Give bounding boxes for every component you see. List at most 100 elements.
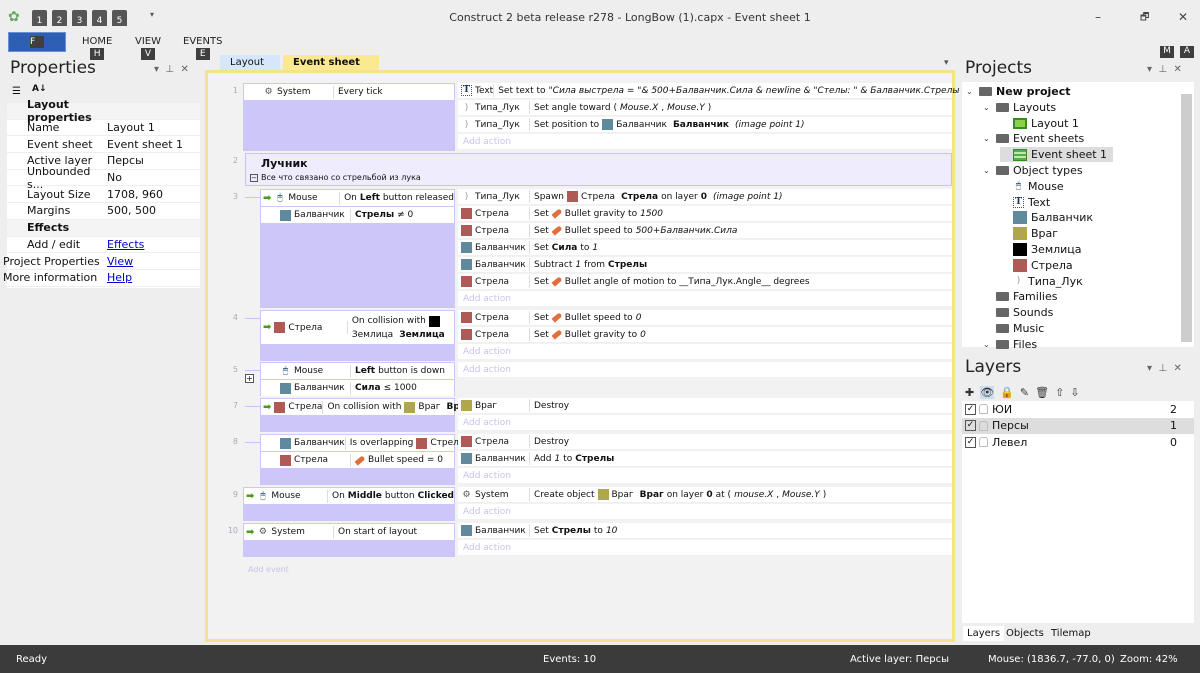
action[interactable]: Балванчик Add 1 to Стрелы	[458, 451, 952, 467]
tree-item-layout-1[interactable]: Layout 1	[1000, 116, 1079, 131]
tree-item-типа_лук[interactable]: ) Типа_Лук	[1000, 274, 1083, 289]
condition[interactable]: ⚙ System Every tick	[244, 84, 454, 100]
event-group[interactable]: Лучник − Все что связано со стрельбой из л…	[245, 153, 952, 186]
condition[interactable]: БалванчикIs overlapping Стрела Стрела	[261, 435, 507, 451]
file-menu-button[interactable]: F	[8, 32, 66, 52]
condition-block[interactable]: БалванчикIs overlapping Стрела СтрелаСтр…	[260, 434, 507, 485]
chevron-down-icon[interactable]: ⌄	[983, 103, 992, 112]
layer-row[interactable]: ✓ Левел 0	[962, 434, 1194, 450]
chevron-down-icon[interactable]: ⌄	[983, 340, 992, 349]
property-row[interactable]: Event sheet Event sheet 1	[7, 136, 200, 154]
action[interactable]: Стрела Set Bullet speed to 500+Балванчик.…	[458, 223, 952, 239]
event-row[interactable]: ⚙ System Every tick T Text Set text to "Сила …	[208, 83, 959, 151]
property-row[interactable]: Project Properties View	[0, 253, 200, 270]
condition-block[interactable]: ➡ 🖱 Mouse On Middle button Clicked	[243, 487, 455, 521]
property-row[interactable]: Name Layout 1	[7, 120, 200, 137]
tree-item-text[interactable]: T Text	[1000, 195, 1050, 210]
condition[interactable]: ➡ 🖱 Mouse On Left button released	[261, 190, 454, 206]
event-row[interactable]: ➡ ⚙ System On start of layout Балванчик Set С…	[208, 523, 952, 557]
tree-item-sounds[interactable]: Sounds	[983, 305, 1053, 320]
tree-item-layouts[interactable]: ⌄ Layouts	[983, 100, 1056, 115]
add-action-button[interactable]: Add action	[458, 415, 952, 431]
panel-controls[interactable]: ▾ ⊥ ✕	[154, 64, 189, 75]
quick-access-3[interactable]: 3	[72, 10, 87, 26]
action[interactable]: Враг Destroy	[458, 398, 952, 414]
condition[interactable]: ➡ Стрела On collision with Землица Землица	[261, 311, 454, 344]
ribbon-tab-home[interactable]: HOME H	[82, 36, 112, 60]
add-action-button[interactable]: Add action	[458, 134, 952, 150]
lock-icon[interactable]: 🔒	[1000, 386, 1014, 399]
tab-objects[interactable]: Objects	[1002, 626, 1048, 641]
collapse-icon[interactable]: −	[250, 174, 258, 182]
tree-item-files[interactable]: ⌄ Files	[983, 337, 1037, 352]
condition[interactable]: Балванчик Сила ≤ 1000	[261, 380, 454, 396]
condition-block[interactable]: ➡ Стрела On collision with Землица Землица	[260, 310, 455, 361]
property-row[interactable]: More information Help	[0, 270, 200, 287]
event-row[interactable]: ➡ 🖱 Mouse On Left button released Балванчик С…	[208, 189, 952, 308]
layer-row[interactable]: ✓ ЮИ 2	[962, 401, 1194, 417]
tab-layout-1[interactable]: Layout 1	[220, 55, 280, 84]
tree-item-new-project[interactable]: ⌄ New project	[966, 84, 1071, 99]
tree-item-event-sheets[interactable]: ⌄ Event sheets	[983, 131, 1084, 146]
condition-block[interactable]: ⚙ System Every tick	[243, 83, 455, 151]
condition-block[interactable]: 🖱 Mouse Left button is down Балванчик Сила ≤…	[260, 362, 455, 396]
tree-item-music[interactable]: Music	[983, 321, 1044, 336]
ribbon-tab-events[interactable]: EVENTS E	[183, 36, 222, 60]
action[interactable]: Стрела Set Bullet angle of motion to __Ти…	[458, 274, 952, 290]
visible-checkbox[interactable]: ✓	[965, 403, 976, 415]
unlocked-icon[interactable]	[979, 420, 988, 431]
unlocked-icon[interactable]	[979, 437, 988, 447]
action[interactable]: Балванчик Subtract 1 from Стрелы	[458, 257, 952, 273]
tree-item-враг[interactable]: Враг	[1000, 226, 1058, 241]
action[interactable]: T Text Set text to "Сила выстрела = "& 500…	[458, 83, 959, 99]
property-row[interactable]: Add / edit Effects	[7, 237, 200, 254]
add-action-button[interactable]: Add action	[458, 468, 952, 484]
unlocked-icon[interactable]	[979, 404, 988, 414]
arrow-up-icon[interactable]: ⇧	[1055, 386, 1064, 399]
tree-item-балванчик[interactable]: Балванчик	[1000, 210, 1093, 225]
chevron-down-icon[interactable]: ⌄	[983, 166, 992, 175]
add-action-button[interactable]: Add action	[458, 362, 952, 378]
condition[interactable]: ➡ СтрелаOn collision with Враг Враг	[261, 399, 471, 415]
minimize-button[interactable]: –	[1095, 10, 1101, 24]
property-link[interactable]: View	[107, 255, 200, 268]
quick-access-dropdown-icon[interactable]: ▾	[150, 10, 154, 19]
quick-access-4[interactable]: 4	[92, 10, 107, 26]
add-action-button[interactable]: Add action	[458, 504, 952, 520]
layer-row[interactable]: ✓ Персы 1	[962, 417, 1194, 434]
quick-access-1[interactable]: 1	[32, 10, 47, 26]
categorized-icon[interactable]: ☰	[12, 86, 21, 97]
pencil-icon[interactable]: ✎	[1020, 386, 1029, 399]
condition[interactable]: 🖱 Mouse Left button is down	[261, 363, 454, 379]
condition[interactable]: Балванчик Стрелы ≠ 0	[261, 207, 454, 223]
condition-block[interactable]: ➡ ⚙ System On start of layout	[243, 523, 455, 557]
event-row[interactable]: ➡СтрелаOn collision with Враг ВрагВрагDe…	[208, 398, 952, 432]
action[interactable]: Стрела Set Bullet gravity to 0	[458, 327, 952, 343]
add-action-button[interactable]: Add action	[458, 291, 952, 307]
tree-item-event-sheet-1[interactable]: Event sheet 1	[1000, 147, 1114, 163]
tree-item-mouse[interactable]: 🖱 Mouse	[1000, 179, 1064, 194]
tab-event-sheet-1[interactable]: Event sheet 1 ✕	[283, 55, 379, 84]
property-row[interactable]: Layout Size 1708, 960	[7, 186, 200, 204]
add-event-button[interactable]: Add event	[248, 565, 289, 574]
chevron-down-icon[interactable]: ⌄	[966, 87, 975, 96]
property-row[interactable]: Margins 500, 500	[7, 203, 200, 220]
arrow-down-icon[interactable]: ⇩	[1070, 386, 1079, 399]
condition-block[interactable]: ➡ СтрелаOn collision with Враг Враг	[260, 398, 471, 432]
action[interactable]: ) Типа_Лук Set angle toward (Mouse.X, Mous…	[458, 100, 952, 116]
add-action-button[interactable]: Add action	[458, 540, 952, 556]
tree-item-object-types[interactable]: ⌄ Object types	[983, 163, 1083, 178]
tab-layers[interactable]: Layers	[963, 626, 1005, 641]
scrollbar[interactable]	[1181, 94, 1192, 342]
condition[interactable]: Стрела Bullet speed = 0	[261, 452, 454, 468]
quick-access-2[interactable]: 2	[52, 10, 67, 26]
action[interactable]: Балванчик Set Стрелы to 10	[458, 523, 952, 539]
tree-item-families[interactable]: Families	[983, 289, 1057, 304]
event-row[interactable]: БалванчикIs overlapping Стрела СтрелаСтр…	[208, 434, 952, 485]
restore-button[interactable]: 🗗	[1140, 10, 1149, 27]
visible-checkbox[interactable]: ✓	[965, 436, 976, 448]
quick-access-5[interactable]: 5	[112, 10, 127, 26]
action[interactable]: ) Типа_Лук Spawn Стрела Стрела on layer 0 …	[458, 189, 952, 205]
condition[interactable]: ➡ ⚙ System On start of layout	[244, 524, 454, 540]
ribbon-tab-view[interactable]: VIEW V	[135, 36, 161, 60]
